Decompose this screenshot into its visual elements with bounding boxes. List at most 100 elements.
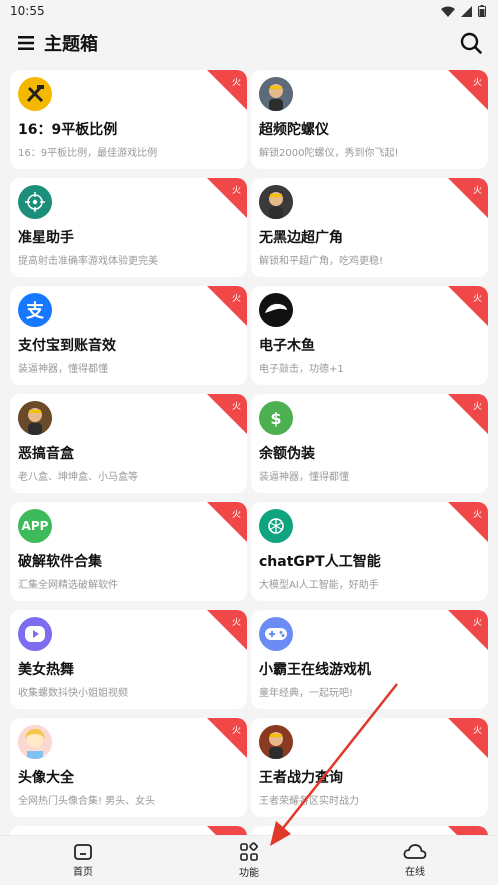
card-title: 余额伪装 <box>259 446 315 462</box>
home-icon <box>74 844 92 860</box>
hot-badge: 火 <box>207 178 247 218</box>
card-description: 童年经典，一起玩吧! <box>259 688 354 699</box>
hot-badge: 火 <box>207 286 247 326</box>
hot-badge: 火 <box>448 394 488 434</box>
feature-card[interactable]: 电子木鱼 电子敲击，功德+1 火 <box>251 286 488 385</box>
hot-badge: 火 <box>448 502 488 542</box>
hot-label: 火 <box>472 510 482 520</box>
hot-badge: 火 <box>207 70 247 110</box>
hot-label: 火 <box>231 294 241 304</box>
card-description: 老八盒、坤坤盒、小马盒等 <box>18 472 138 483</box>
feature-card[interactable]: 美女热舞收集螺数抖快小姐姐视频 火 <box>10 610 247 709</box>
wooden-fish-icon <box>259 293 293 327</box>
nav-home[interactable]: 首页 <box>43 843 123 878</box>
tools-icon <box>18 77 52 111</box>
hot-label: 火 <box>231 78 241 88</box>
card-title: 恶搞音盒 <box>18 446 74 462</box>
hot-badge: 火 <box>207 394 247 434</box>
card-title: 头像大全 <box>18 770 74 786</box>
signal-icon <box>461 5 472 17</box>
hot-label: 火 <box>231 186 241 196</box>
card-description: 大模型AI人工智能，好助手 <box>259 580 379 591</box>
wifi-icon <box>441 6 455 17</box>
hot-badge: 火 <box>448 718 488 758</box>
hot-badge: 火 <box>448 286 488 326</box>
gamepad-icon <box>259 617 293 651</box>
card-description: 提高射击准确率游戏体验更完美 <box>18 256 158 267</box>
status-icons <box>441 5 486 17</box>
character-avatar-icon <box>259 77 293 111</box>
card-description: 收集螺数抖快小姐姐视频 <box>18 688 128 699</box>
card-description: 装逼神器，懂得都懂 <box>259 472 349 483</box>
feature-card[interactable]: 支支付宝到账音效装逼神器，懂得都懂 火 <box>10 286 247 385</box>
card-description: 全网热门头像合集! 男头、女头 <box>18 796 156 807</box>
nav-features-label: 功能 <box>239 868 259 879</box>
card-title: 超频陀螺仪 <box>259 122 329 138</box>
hot-badge: 火 <box>448 610 488 650</box>
nav-home-label: 首页 <box>73 867 93 878</box>
hot-label: 火 <box>472 726 482 736</box>
card-title: chatGPT人工智能 <box>259 554 381 570</box>
feature-card[interactable]: chatGPT人工智能大模型AI人工智能，好助手 火 <box>251 502 488 601</box>
hot-badge: 火 <box>207 718 247 758</box>
hot-badge: 火 <box>448 70 488 110</box>
card-description: 16：9平板比例，最佳游戏比例 <box>18 148 158 159</box>
search-icon[interactable] <box>458 30 484 56</box>
money-bag-icon: $ <box>259 401 293 435</box>
play-icon <box>18 617 52 651</box>
hero-avatar-icon <box>259 725 293 759</box>
card-title: 电子木鱼 <box>259 338 315 354</box>
feature-card[interactable]: $ 余额伪装装逼神器，懂得都懂 火 <box>251 394 488 493</box>
card-title: 准星助手 <box>18 230 74 246</box>
card-description: 王者荣耀各区实时战力 <box>259 796 359 807</box>
card-title: 支付宝到账音效 <box>18 338 116 354</box>
status-bar: 10:55 <box>0 0 498 22</box>
page-title: 主题箱 <box>44 34 98 55</box>
bottom-nav: 首页 功能 在线 <box>0 835 498 885</box>
hot-label: 火 <box>231 726 241 736</box>
card-title: 小霸王在线游戏机 <box>259 662 371 678</box>
card-description: 汇集全网精选破解软件 <box>18 580 118 591</box>
openai-icon <box>259 509 293 543</box>
feature-card[interactable]: 16：9平板比例 16：9平板比例，最佳游戏比例 火 <box>10 70 247 169</box>
feature-card[interactable]: 恶搞音盒老八盒、坤坤盒、小马盒等 火 <box>10 394 247 493</box>
card-description: 装逼神器，懂得都懂 <box>18 364 108 375</box>
card-title: 16：9平板比例 <box>18 122 118 138</box>
hot-label: 火 <box>472 186 482 196</box>
alipay-icon: 支 <box>18 293 52 327</box>
girl-avatar-icon <box>18 725 52 759</box>
hot-badge: 火 <box>207 502 247 542</box>
feature-card[interactable]: 超频陀螺仪解锁2000陀螺仪，秀到你飞起! 火 <box>251 70 488 169</box>
nav-online-label: 在线 <box>405 867 425 878</box>
nav-online[interactable]: 在线 <box>375 843 455 878</box>
hot-label: 火 <box>472 78 482 88</box>
menu-icon[interactable] <box>16 33 36 53</box>
hot-label: 火 <box>231 618 241 628</box>
crosshair-icon <box>18 185 52 219</box>
nav-features[interactable]: 功能 <box>209 842 289 879</box>
card-title: 美女热舞 <box>18 662 74 678</box>
feature-grid: 16：9平板比例 16：9平板比例，最佳游戏比例火超频陀螺仪 解锁2000陀螺仪，秀… <box>10 70 488 846</box>
helmet-avatar-icon <box>259 185 293 219</box>
grid-icon <box>240 842 258 861</box>
hot-badge: 火 <box>448 178 488 218</box>
feature-card[interactable]: 准星助手提高射击准确率游戏体验更完美 火 <box>10 178 247 277</box>
battery-icon <box>478 5 486 17</box>
feature-card[interactable]: 王者战力查询王者荣耀各区实时战力 火 <box>251 718 488 817</box>
feature-card[interactable]: 无黑边超广角 解锁和平超广角，吃鸡更稳! 火 <box>251 178 488 277</box>
hot-label: 火 <box>231 402 241 412</box>
feature-card[interactable]: 头像大全全网热门头像合集! 男头、女头 火 <box>10 718 247 817</box>
status-time: 10:55 <box>10 4 45 18</box>
hot-badge: 火 <box>207 610 247 650</box>
hot-label: 火 <box>472 294 482 304</box>
hot-label: 火 <box>231 510 241 520</box>
card-title: 无黑边超广角 <box>259 230 343 246</box>
feature-card[interactable]: APP 破解软件合集汇集全网精选破解软件 火 <box>10 502 247 601</box>
card-description: 解锁2000陀螺仪，秀到你飞起! <box>259 148 399 159</box>
card-title: 王者战力查询 <box>259 770 343 786</box>
feature-card[interactable]: 小霸王在线游戏机童年经典，一起玩吧! 火 <box>251 610 488 709</box>
hot-label: 火 <box>472 618 482 628</box>
hot-label: 火 <box>472 402 482 412</box>
card-title: 破解软件合集 <box>18 554 102 570</box>
app-icon: APP <box>18 509 52 543</box>
